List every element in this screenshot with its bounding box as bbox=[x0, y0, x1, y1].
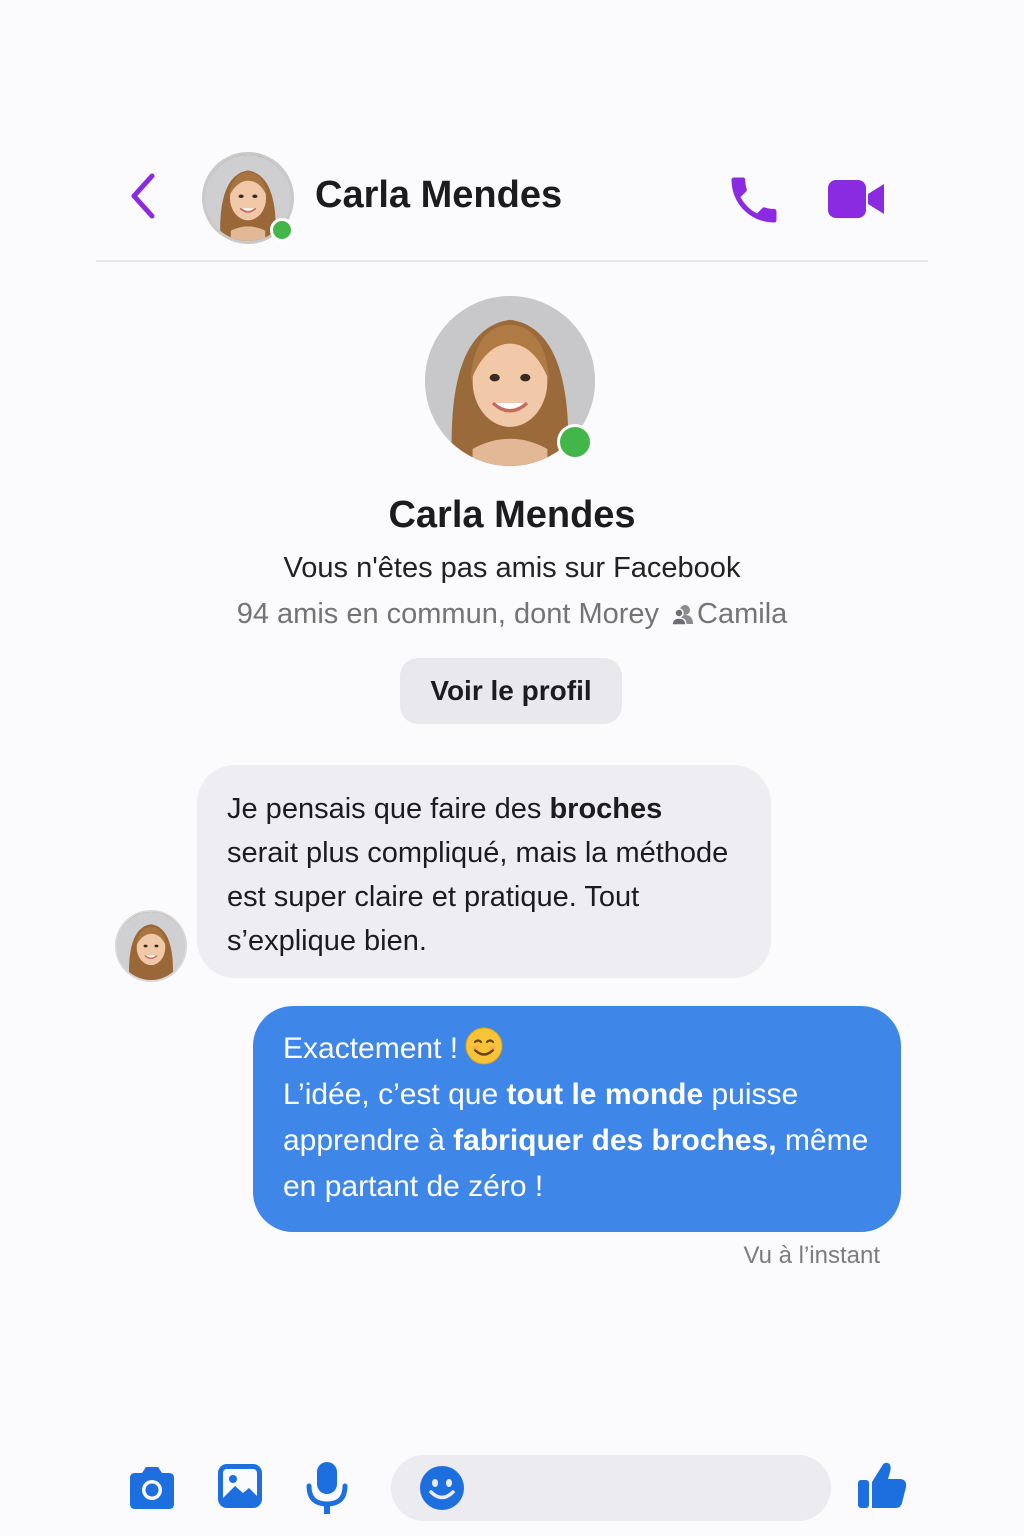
smiley-icon bbox=[420, 1466, 464, 1510]
camera-icon bbox=[130, 1467, 174, 1509]
conversation-header: Carla Mendes bbox=[96, 140, 928, 262]
sender-avatar[interactable] bbox=[115, 910, 187, 982]
header-contact-name[interactable]: Carla Mendes bbox=[315, 174, 562, 217]
message-bold-text: broches bbox=[549, 793, 663, 825]
gallery-button[interactable] bbox=[216, 1462, 264, 1510]
mutual-friend-icon bbox=[671, 605, 694, 626]
phone-icon bbox=[731, 177, 777, 223]
image-icon bbox=[218, 1464, 262, 1508]
back-button[interactable] bbox=[124, 168, 164, 224]
seen-status: Vu à l’instant bbox=[743, 1242, 880, 1269]
message-input[interactable] bbox=[479, 1455, 813, 1523]
like-button[interactable] bbox=[856, 1460, 908, 1510]
incoming-message-bubble[interactable]: Je pensais que faire des broches serait … bbox=[197, 765, 771, 978]
profile-avatar[interactable] bbox=[425, 296, 595, 466]
mutual-friends-text: 94 amis en commun, dont Morey bbox=[236, 598, 660, 630]
online-status-dot bbox=[270, 218, 294, 242]
message-text: Je pensais que faire des bbox=[227, 793, 550, 825]
video-camera-icon bbox=[828, 180, 884, 218]
camera-button[interactable] bbox=[126, 1464, 178, 1512]
avatar-photo-icon bbox=[117, 912, 185, 980]
profile-name: Carla Mendes bbox=[388, 494, 636, 536]
message-bold-text: fabriquer des broches, bbox=[453, 1124, 777, 1157]
message-text: serait plus compliqué, mais la méthode e… bbox=[227, 837, 729, 957]
header-avatar[interactable] bbox=[202, 152, 294, 244]
smiling-face-icon bbox=[465, 1027, 503, 1065]
video-call-button[interactable] bbox=[826, 174, 886, 224]
message-text: Exactement ! bbox=[283, 1032, 459, 1065]
voice-call-button[interactable] bbox=[724, 170, 784, 230]
avatar bbox=[115, 910, 187, 982]
message-composer[interactable] bbox=[391, 1455, 831, 1523]
microphone-button[interactable] bbox=[302, 1460, 352, 1516]
emoji-button[interactable] bbox=[419, 1465, 465, 1511]
message-text: L’idée, c’est que bbox=[283, 1078, 507, 1111]
friendship-status: Vous n'êtes pas amis sur Facebook bbox=[283, 552, 741, 584]
mutual-friend-name[interactable]: Camila bbox=[697, 598, 787, 630]
chevron-left-icon bbox=[131, 173, 155, 219]
mutual-friends: 94 amis en commun, dont Morey Camila bbox=[0, 598, 1024, 631]
view-profile-button[interactable]: Voir le profil bbox=[400, 658, 622, 724]
outgoing-message-bubble[interactable]: Exactement ! L’idée, c’est que tout le m… bbox=[253, 1006, 901, 1232]
message-bold-text: tout le monde bbox=[506, 1078, 704, 1111]
microphone-icon bbox=[306, 1462, 348, 1514]
online-status-dot bbox=[557, 424, 593, 460]
thumbs-up-icon bbox=[858, 1462, 907, 1508]
